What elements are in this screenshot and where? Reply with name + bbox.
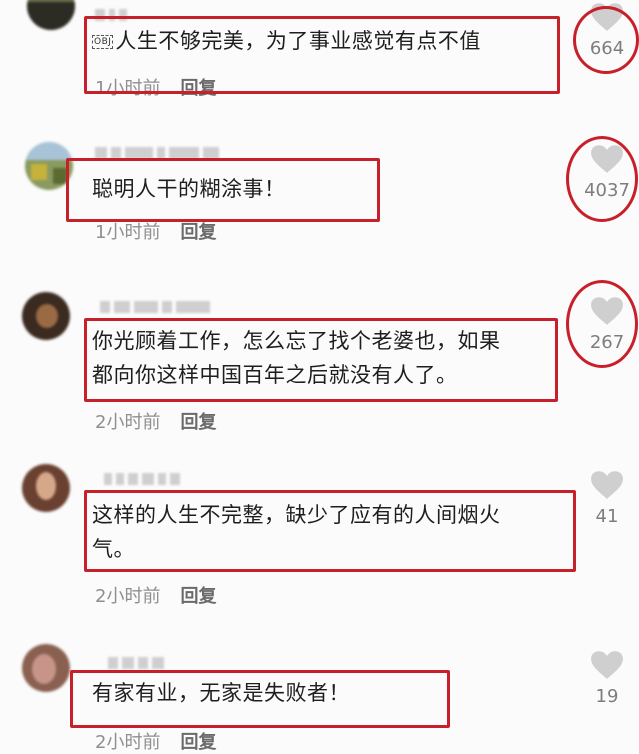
username[interactable] — [108, 654, 168, 669]
highlight-circle — [573, 6, 639, 74]
comment-4: 这样的人生不完整，缺少了应有的人间烟火 气。 2小时前 回复 41 — [0, 460, 639, 620]
comment-3: 你光顾着工作，怎么忘了找个老婆也，如果 都向你这样中国百年之后就没有人了。 2小… — [0, 270, 639, 445]
highlight-box — [84, 16, 560, 94]
reply-button[interactable]: 回复 — [180, 412, 216, 433]
avatar[interactable] — [22, 292, 70, 340]
heart-icon — [591, 471, 623, 499]
comment-5: 有家有业，无家是失败者！ 2小时前 回复 19 — [0, 640, 639, 753]
like-count: 41 — [595, 506, 619, 527]
highlight-circle — [566, 280, 638, 368]
avatar[interactable] — [27, 0, 75, 30]
comment-1: OBJ 人生不够完美，为了事业感觉有点不值 1小时前 回复 664 — [0, 0, 639, 120]
avatar[interactable] — [22, 464, 70, 512]
comment-meta: 2小时前 回复 — [95, 582, 216, 608]
highlight-circle — [566, 136, 638, 222]
reply-button[interactable]: 回复 — [180, 586, 216, 607]
username[interactable] — [104, 470, 184, 485]
timestamp: 1小时前 — [95, 222, 161, 243]
like-button[interactable]: 19 — [562, 650, 639, 707]
highlight-box — [84, 490, 576, 572]
reply-button[interactable]: 回复 — [180, 732, 216, 753]
timestamp: 2小时前 — [95, 586, 161, 607]
heart-icon — [591, 651, 623, 679]
comment-meta: 2小时前 回复 — [95, 408, 216, 434]
reply-button[interactable]: 回复 — [180, 222, 216, 243]
highlight-box — [66, 158, 380, 222]
username[interactable] — [100, 298, 214, 313]
highlight-box — [84, 318, 558, 402]
timestamp: 2小时前 — [95, 412, 161, 433]
like-count: 19 — [595, 686, 619, 707]
highlight-box — [70, 670, 450, 728]
avatar[interactable] — [22, 644, 70, 692]
comment-meta: 2小时前 回复 — [95, 728, 216, 754]
comment-2: 聪明人干的糊涂事！ 1小时前 回复 4037 — [0, 128, 639, 258]
timestamp: 2小时前 — [95, 732, 161, 753]
username[interactable] — [95, 144, 223, 159]
